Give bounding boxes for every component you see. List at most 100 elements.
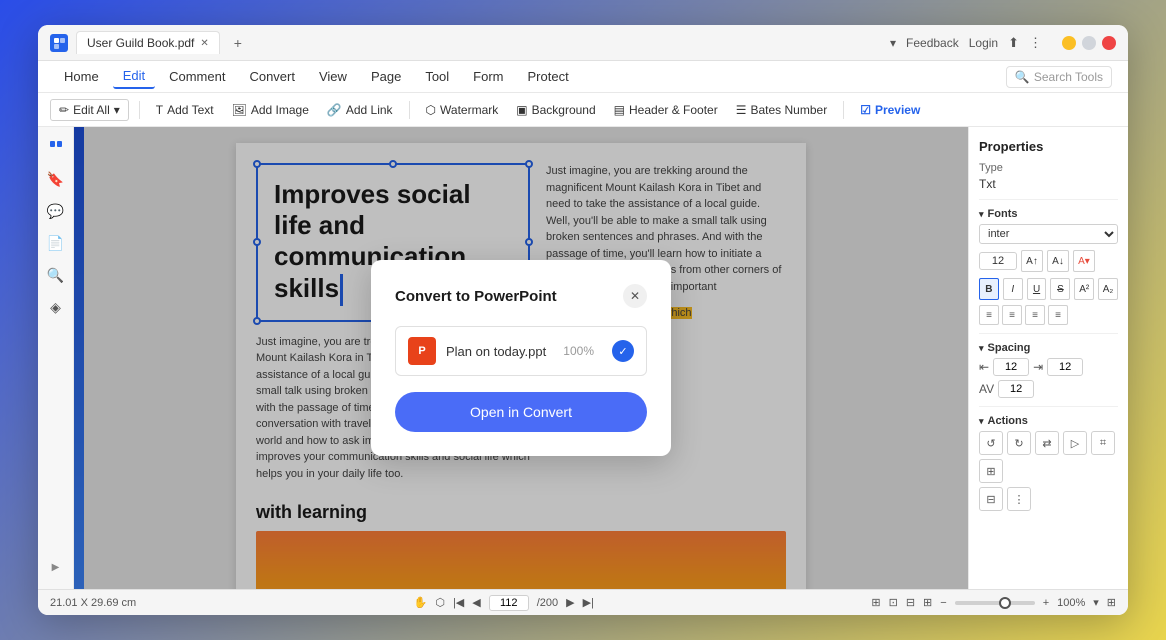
spacing-left-icon: ⇤ bbox=[979, 360, 989, 374]
sidebar-search-icon[interactable]: 🔍 bbox=[44, 263, 68, 287]
menu-convert[interactable]: Convert bbox=[239, 65, 305, 88]
edit-all-btn[interactable]: ✏ Edit All ▾ bbox=[50, 99, 129, 121]
page-size-icon[interactable]: ⊞ bbox=[871, 596, 880, 609]
text-align-row: ≡ ≡ ≡ ≡ bbox=[979, 305, 1118, 325]
progress-percent: 100% bbox=[563, 344, 594, 358]
redo-btn[interactable]: ↻ bbox=[1007, 431, 1031, 455]
file-tab[interactable]: User Guild Book.pdf ✕ bbox=[76, 31, 220, 54]
align-distribute-btn[interactable]: ⊟ bbox=[979, 487, 1003, 511]
italic-btn[interactable]: I bbox=[1003, 278, 1023, 300]
sidebar-bookmark-icon[interactable]: 🔖 bbox=[44, 167, 68, 191]
title-dropdown-btn[interactable]: ▾ bbox=[890, 36, 896, 50]
sidebar-expand-btn[interactable]: ▶ bbox=[52, 562, 60, 573]
hand-tool-icon[interactable]: ✋ bbox=[414, 596, 428, 609]
font-size-up-btn[interactable]: A↑ bbox=[1021, 250, 1043, 272]
page-prev-skip-btn[interactable]: |◀ bbox=[453, 596, 464, 609]
watermark-btn[interactable]: ⬡ Watermark bbox=[420, 100, 505, 120]
feedback-btn[interactable]: Feedback bbox=[906, 36, 959, 50]
align-right-btn[interactable]: ≡ bbox=[1025, 305, 1045, 325]
page-next-skip-btn[interactable]: ▶| bbox=[583, 596, 594, 609]
menu-home[interactable]: Home bbox=[54, 65, 109, 88]
modal-close-btn[interactable]: ✕ bbox=[623, 284, 647, 308]
flip-v-btn[interactable]: ▷ bbox=[1063, 431, 1087, 455]
more-btn[interactable]: ⊞ bbox=[979, 459, 1003, 483]
superscript-btn[interactable]: A² bbox=[1074, 278, 1094, 300]
background-icon: ▣ bbox=[516, 103, 527, 117]
menu-search[interactable]: 🔍 Search Tools bbox=[1006, 66, 1112, 88]
minimize-btn[interactable] bbox=[1062, 36, 1076, 50]
spacing-right-input[interactable] bbox=[1047, 358, 1083, 376]
sidebar-pages-icon[interactable] bbox=[44, 135, 68, 159]
flip-h-btn[interactable]: ⇄ bbox=[1035, 431, 1059, 455]
layout-icon[interactable]: ⊞ bbox=[923, 596, 932, 609]
menu-protect[interactable]: Protect bbox=[518, 65, 579, 88]
add-image-btn[interactable]: 🖼 Add Image bbox=[226, 100, 315, 120]
underline-btn[interactable]: U bbox=[1027, 278, 1047, 300]
align-justify-btn[interactable]: ≡ bbox=[1048, 305, 1068, 325]
page-prev-btn[interactable]: ◀ bbox=[472, 596, 480, 609]
menu-view[interactable]: View bbox=[309, 65, 357, 88]
close-btn[interactable] bbox=[1102, 36, 1116, 50]
strikethrough-btn[interactable]: S bbox=[1050, 278, 1070, 300]
sidebar-page-icon[interactable]: 📄 bbox=[44, 231, 68, 255]
fonts-subsection[interactable]: Fonts bbox=[979, 208, 1118, 220]
page-total: /200 bbox=[537, 597, 558, 609]
properties-panel: Properties Type Txt Fonts inter A↑ A↓ A▾… bbox=[968, 127, 1128, 589]
fit-page-icon[interactable]: ⊡ bbox=[889, 596, 898, 609]
bold-btn[interactable]: B bbox=[979, 278, 999, 300]
toolbar-separator-2 bbox=[409, 101, 410, 119]
page-number-input[interactable] bbox=[489, 595, 529, 611]
tab-close-btn[interactable]: ✕ bbox=[200, 38, 208, 49]
text-style-row: B I U S A² A₂ bbox=[979, 278, 1118, 300]
fit-width-icon[interactable]: ⊟ bbox=[906, 596, 915, 609]
text-icon: T bbox=[156, 103, 163, 117]
spacing-subsection[interactable]: Spacing bbox=[979, 342, 1118, 354]
page-next-btn[interactable]: ▶ bbox=[566, 596, 574, 609]
app-logo bbox=[50, 34, 68, 52]
select-tool-icon[interactable]: ⬡ bbox=[435, 596, 445, 609]
add-text-btn[interactable]: T Add Text bbox=[150, 100, 220, 120]
spacing-bottom-input[interactable] bbox=[998, 380, 1034, 398]
fit-all-icon[interactable]: ⊞ bbox=[1107, 596, 1116, 609]
new-tab-btn[interactable]: + bbox=[228, 35, 248, 51]
font-size-down-btn[interactable]: A↓ bbox=[1047, 250, 1069, 272]
sidebar-comment-icon[interactable]: 💬 bbox=[44, 199, 68, 223]
login-btn[interactable]: Login bbox=[969, 36, 998, 50]
undo-btn[interactable]: ↺ bbox=[979, 431, 1003, 455]
open-in-convert-btn[interactable]: Open in Convert bbox=[395, 392, 647, 432]
zoom-in-btn[interactable]: + bbox=[1043, 597, 1049, 609]
menu-form[interactable]: Form bbox=[463, 65, 513, 88]
menu-edit[interactable]: Edit bbox=[113, 64, 155, 89]
zoom-dropdown-icon[interactable]: ▾ bbox=[1093, 596, 1099, 609]
bates-number-btn[interactable]: ☰ Bates Number bbox=[730, 100, 833, 120]
menu-tool[interactable]: Tool bbox=[415, 65, 459, 88]
zoom-slider-thumb[interactable] bbox=[999, 597, 1011, 609]
vertical-distribute-btn[interactable]: ⋮ bbox=[1007, 487, 1031, 511]
font-name-select[interactable]: inter bbox=[979, 224, 1118, 244]
align-left-btn[interactable]: ≡ bbox=[979, 305, 999, 325]
share-icon[interactable]: ⬆ bbox=[1008, 35, 1019, 51]
menu-comment[interactable]: Comment bbox=[159, 65, 235, 88]
zoom-slider[interactable] bbox=[955, 601, 1035, 605]
font-color-btn[interactable]: A▾ bbox=[1073, 250, 1095, 272]
header-footer-btn[interactable]: ▤ Header & Footer bbox=[608, 100, 724, 120]
left-sidebar: 🔖 💬 📄 🔍 ◈ ▶ bbox=[38, 127, 74, 589]
crop-btn[interactable]: ⌗ bbox=[1091, 431, 1115, 455]
menu-page[interactable]: Page bbox=[361, 65, 411, 88]
preview-btn[interactable]: ☑ Preview bbox=[854, 100, 926, 120]
link-icon: 🔗 bbox=[327, 103, 342, 117]
background-btn[interactable]: ▣ Background bbox=[510, 100, 601, 120]
align-center-btn[interactable]: ≡ bbox=[1002, 305, 1022, 325]
font-size-input[interactable] bbox=[979, 252, 1017, 270]
maximize-btn[interactable] bbox=[1082, 36, 1096, 50]
pencil-icon: ✏ bbox=[59, 103, 69, 117]
spacing-row-1: ⇤ ⇥ bbox=[979, 358, 1118, 376]
menu-dots-icon[interactable]: ⋮ bbox=[1029, 35, 1042, 51]
sidebar-layers-icon[interactable]: ◈ bbox=[44, 295, 68, 319]
zoom-out-btn[interactable]: − bbox=[940, 597, 946, 609]
actions-subsection[interactable]: Actions bbox=[979, 415, 1118, 427]
subscript-btn[interactable]: A₂ bbox=[1098, 278, 1118, 300]
app-window: User Guild Book.pdf ✕ + ▾ Feedback Login… bbox=[38, 25, 1128, 615]
spacing-left-input[interactable] bbox=[993, 358, 1029, 376]
add-link-btn[interactable]: 🔗 Add Link bbox=[321, 100, 399, 120]
